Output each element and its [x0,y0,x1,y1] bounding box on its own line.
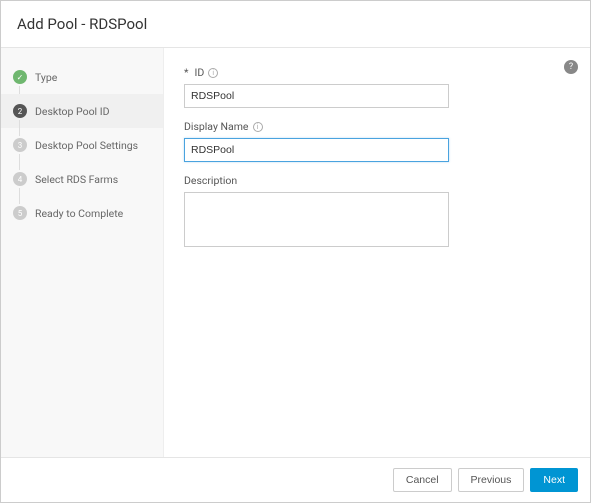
step-desktop-pool-settings[interactable]: 3 Desktop Pool Settings [1,128,163,162]
field-id: * ID i [184,66,570,108]
step-number-icon: 4 [13,172,27,186]
dialog-title: Add Pool - RDSPool [17,15,574,33]
dialog-body: Type 2 Desktop Pool ID 3 Desktop Pool Se… [1,48,590,457]
dialog-footer: Cancel Previous Next [1,457,590,502]
step-label: Desktop Pool ID [35,105,109,118]
cancel-button[interactable]: Cancel [393,468,452,492]
step-label: Type [35,71,57,84]
help-icon[interactable]: ? [564,60,578,74]
wizard-sidebar: Type 2 Desktop Pool ID 3 Desktop Pool Se… [1,48,164,457]
step-number-icon: 5 [13,206,27,220]
dialog-header: Add Pool - RDSPool [1,1,590,48]
display-name-input[interactable] [184,138,449,162]
previous-button[interactable]: Previous [458,468,525,492]
display-name-label: Display Name i [184,120,570,133]
field-description: Description [184,174,570,251]
description-input[interactable] [184,192,449,247]
form-panel: ? * ID i Display Name i Description [164,48,590,457]
step-label: Select RDS Farms [35,173,118,186]
step-label: Desktop Pool Settings [35,139,138,152]
next-button[interactable]: Next [530,468,578,492]
info-icon[interactable]: i [208,68,218,78]
step-number-icon: 2 [13,104,27,118]
step-ready-to-complete[interactable]: 5 Ready to Complete [1,196,163,230]
step-label: Ready to Complete [35,207,123,220]
info-icon[interactable]: i [253,122,263,132]
step-desktop-pool-id[interactable]: 2 Desktop Pool ID [1,94,163,128]
step-type[interactable]: Type [1,60,163,94]
description-label: Description [184,174,570,187]
step-number-icon: 3 [13,138,27,152]
id-label: * ID i [184,66,570,79]
check-icon [13,70,27,84]
required-asterisk: * [184,66,189,79]
step-select-rds-farms[interactable]: 4 Select RDS Farms [1,162,163,196]
field-display-name: Display Name i [184,120,570,162]
id-input[interactable] [184,84,449,108]
